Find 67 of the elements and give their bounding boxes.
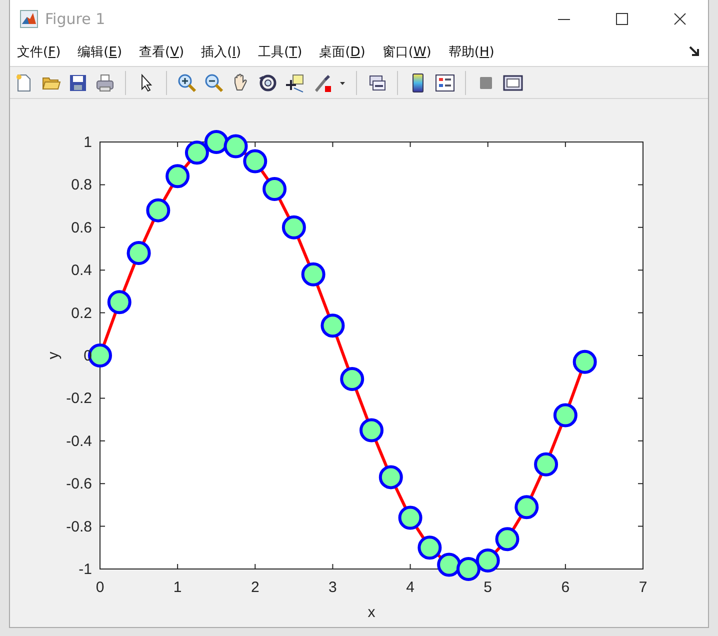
data-marker [243,149,268,174]
x-tick-label: 7 [638,579,648,596]
data-marker [456,557,480,581]
data-marker [495,527,520,552]
zoom-out-icon[interactable] [204,72,224,93]
x-tick-label: 3 [328,579,337,596]
x-tick-label: 0 [96,579,104,596]
menu-item[interactable]: 桌面(D) [319,42,366,61]
dock-arrow-icon[interactable] [689,46,700,58]
menu-item[interactable]: 窗口(W) [382,42,432,61]
data-marker [282,215,306,240]
y-tick-label: -0.2 [66,390,92,408]
y-tick-label: -1 [78,561,92,578]
data-marker [572,350,597,374]
menu-item[interactable]: 查看(V) [139,42,184,61]
y-tick-label: 0.6 [71,219,92,236]
menu-item[interactable]: 帮助(H) [448,42,494,61]
data-marker [514,495,539,520]
data-marker [166,164,190,188]
data-marker [126,241,151,266]
data-marker [301,262,326,286]
data-marker [262,176,287,201]
y-tick-label: 0.8 [71,176,92,194]
data-marker [340,366,364,391]
data-marker [553,403,578,428]
link-icon[interactable] [367,72,387,93]
x-tick-label: 2 [250,579,260,596]
rotate-icon[interactable] [258,72,278,93]
menu-item[interactable]: 编辑(E) [78,42,122,61]
data-marker [224,134,248,158]
brush-icon[interactable] [312,72,332,93]
y-tick-label: 0.2 [71,304,92,322]
menu-item[interactable]: 插入(I) [201,42,242,61]
data-marker [184,140,209,165]
data-marker [107,290,132,314]
data-marker [204,130,228,154]
data-marker [418,536,442,560]
zoom-in-icon[interactable] [177,72,197,93]
maximize-icon[interactable] [616,12,628,25]
menu-item[interactable]: 文件(F) [17,42,61,61]
data-marker [534,452,558,476]
data-marker [146,198,170,222]
x-tick-label: 6 [561,579,570,596]
data-marker [378,465,403,490]
x-axis-label: x [368,604,376,621]
x-tick-label: 4 [406,579,414,596]
data-marker [320,314,345,338]
data-cursor-icon[interactable] [285,72,305,93]
y-tick-label: -0.6 [66,476,92,493]
y-axis-label: y [45,352,62,360]
close-icon[interactable] [674,12,686,25]
y-tick-label: -0.8 [66,518,92,536]
save-icon[interactable] [68,72,88,93]
y-tick-label: -0.4 [66,432,92,450]
panel-icon[interactable] [503,72,523,93]
y-tick-label: 1 [84,134,92,151]
legend-icon[interactable] [435,72,455,93]
data-marker [360,418,384,442]
window-title: Figure 1 [45,10,106,28]
x-tick-label: 1 [173,579,182,596]
x-tick-label: 5 [484,579,492,596]
data-marker [398,506,422,530]
app-icon [20,10,38,28]
menu-item[interactable]: 工具(T) [258,42,302,61]
y-tick-label: 0.4 [71,262,92,280]
printer-icon[interactable] [95,72,115,93]
data-marker [476,548,500,572]
